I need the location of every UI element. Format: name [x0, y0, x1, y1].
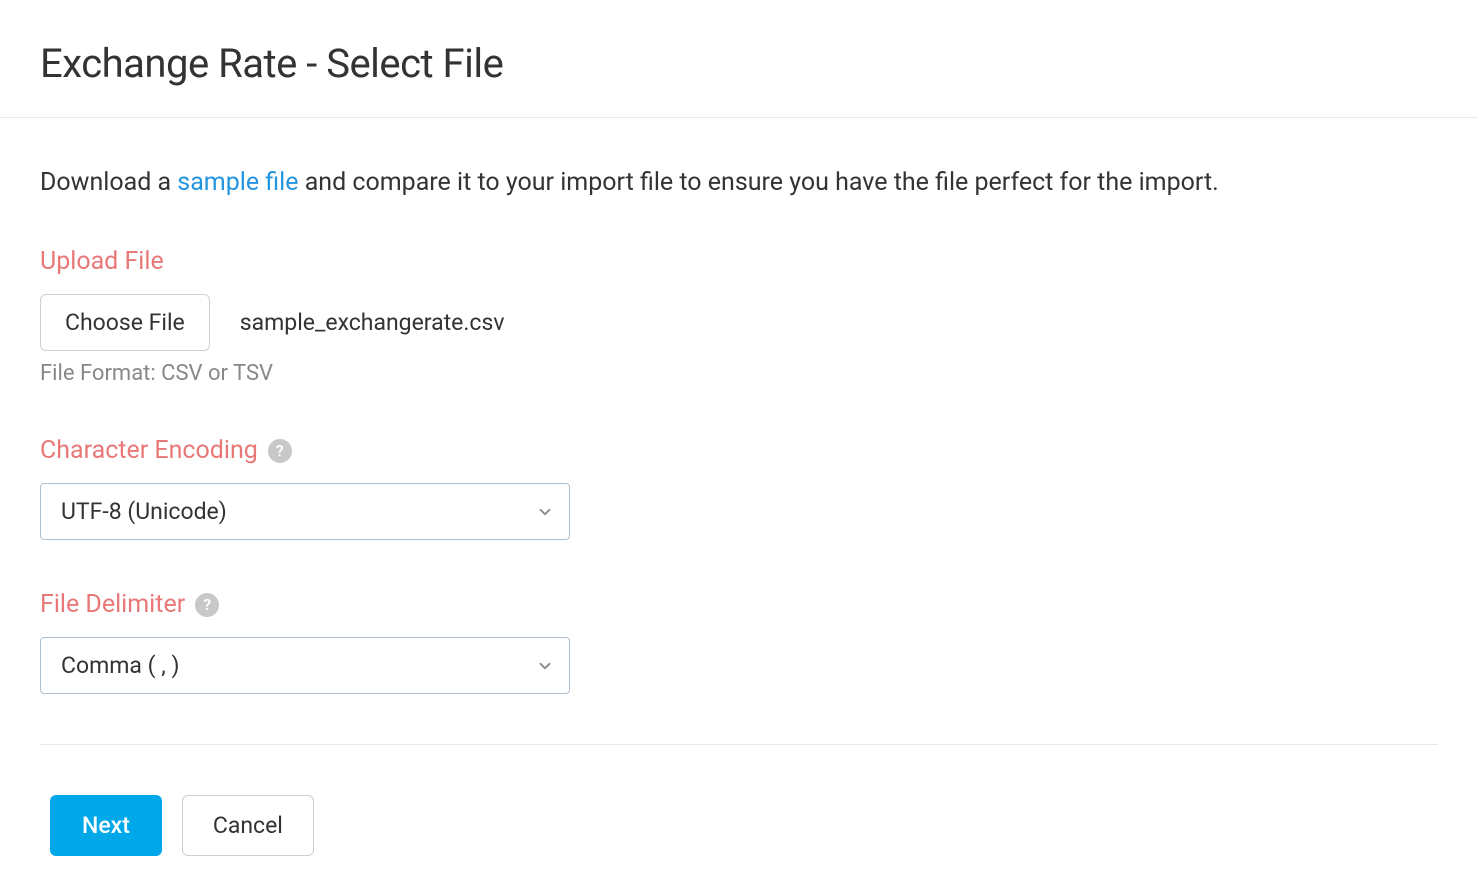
intro-prefix: Download a	[40, 168, 177, 197]
sample-file-link[interactable]: sample file	[177, 168, 298, 197]
character-encoding-label-text: Character Encoding	[40, 436, 258, 465]
cancel-button[interactable]: Cancel	[182, 795, 314, 856]
upload-file-label: Upload File	[40, 247, 1438, 276]
character-encoding-select-wrapper: UTF-8 (Unicode)	[40, 483, 570, 540]
divider	[40, 744, 1438, 745]
intro-suffix: and compare it to your import file to en…	[299, 168, 1219, 197]
intro-text: Download a sample file and compare it to…	[40, 168, 1438, 197]
choose-file-button[interactable]: Choose File	[40, 294, 210, 351]
page-title: Exchange Rate - Select File	[40, 40, 1438, 87]
content: Download a sample file and compare it to…	[0, 118, 1478, 896]
character-encoding-select[interactable]: UTF-8 (Unicode)	[40, 483, 570, 540]
file-format-hint: File Format: CSV or TSV	[40, 361, 1438, 386]
help-icon[interactable]: ?	[195, 593, 219, 617]
file-delimiter-label: File Delimiter ?	[40, 590, 1438, 619]
page-header: Exchange Rate - Select File	[0, 0, 1478, 118]
selected-file-name: sample_exchangerate.csv	[240, 309, 505, 336]
character-encoding-label: Character Encoding ?	[40, 436, 1438, 465]
file-delimiter-select-wrapper: Comma ( , )	[40, 637, 570, 694]
action-buttons: Next Cancel	[40, 795, 1438, 856]
file-delimiter-label-text: File Delimiter	[40, 590, 185, 619]
upload-row: Choose File sample_exchangerate.csv	[40, 294, 1438, 351]
file-delimiter-select[interactable]: Comma ( , )	[40, 637, 570, 694]
help-icon[interactable]: ?	[268, 439, 292, 463]
next-button[interactable]: Next	[50, 795, 162, 856]
upload-file-label-text: Upload File	[40, 247, 164, 276]
